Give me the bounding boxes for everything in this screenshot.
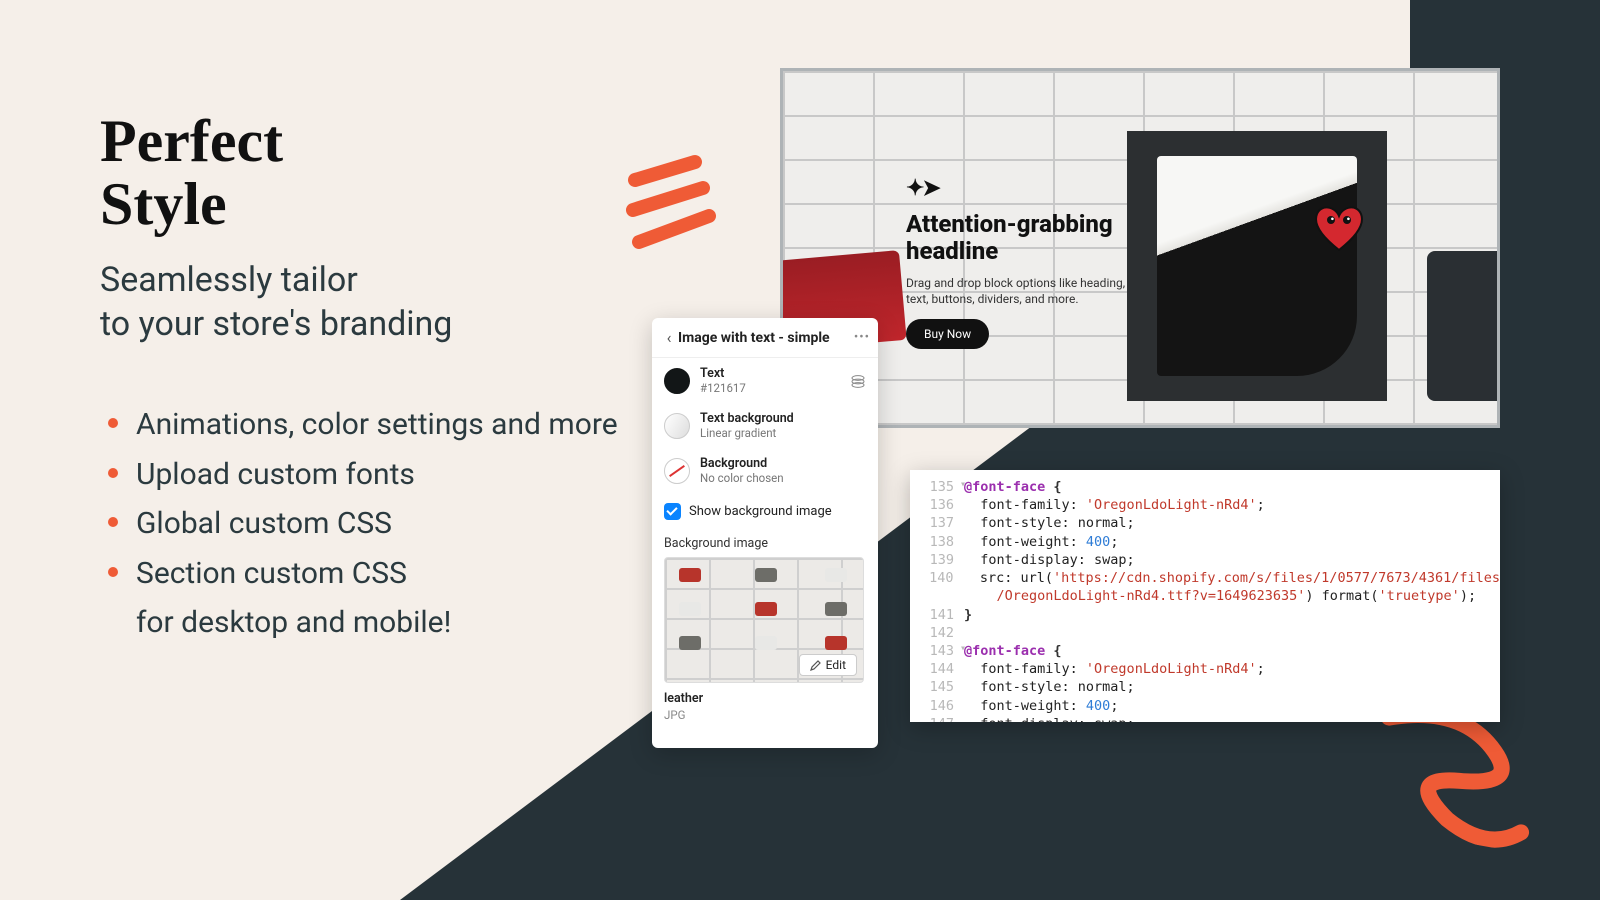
code-text: src: url('https://cdn.shopify.com/s/file… <box>964 569 1500 587</box>
line-number: 139 <box>910 551 964 569</box>
code-text: /OregonLdoLight-nRd4.ttf?v=1649623635') … <box>964 587 1500 605</box>
row-title: Text background <box>700 411 794 426</box>
checkbox-checked-icon[interactable] <box>664 503 681 520</box>
line-number: 147 <box>910 715 964 722</box>
code-line: 141} <box>910 606 1500 624</box>
row-subtitle: No color chosen <box>700 471 784 485</box>
row-subtitle: #121617 <box>700 381 746 395</box>
code-text: } <box>964 606 1500 624</box>
hero-image <box>1127 131 1387 401</box>
image-name: leather <box>652 683 878 706</box>
section-label: Background image <box>652 526 878 557</box>
code-text: font-display: swap; <box>964 715 1500 722</box>
code-text: font-family: 'OregonLdoLight-nRd4'; <box>964 496 1500 514</box>
line-number: 135 <box>910 478 964 496</box>
more-icon[interactable]: ••• <box>854 330 870 345</box>
squiggle-icon <box>615 150 725 260</box>
bg-image-thumbnail[interactable]: Edit <box>664 557 864 683</box>
title-line1: Perfect <box>100 108 283 174</box>
show-bg-checkbox-row[interactable]: Show background image <box>652 493 878 526</box>
panel-header: ‹ Image with text - simple ••• <box>652 318 878 358</box>
panel-title: Image with text - simple <box>678 330 854 346</box>
code-line: 142 <box>910 624 1500 642</box>
store-preview: ✦➤ Attention-grabbing headline Drag and … <box>780 68 1500 428</box>
code-line: 147 font-display: swap; <box>910 715 1500 722</box>
heart-icon <box>1311 202 1367 252</box>
pencil-icon <box>810 659 822 671</box>
shoe-graphic <box>1157 156 1357 376</box>
line-number: 144 <box>910 660 964 678</box>
feature-item: Section custom CSSfor desktop and mobile… <box>100 549 618 648</box>
row-subtitle: Linear gradient <box>700 426 794 440</box>
code-text: font-style: normal; <box>964 514 1500 532</box>
swatch-icon <box>664 413 690 439</box>
line-number: 143 <box>910 642 964 660</box>
swatch-icon <box>664 458 690 484</box>
style-panel: ‹ Image with text - simple ••• Text #121… <box>652 318 878 748</box>
line-number: 146 <box>910 697 964 715</box>
code-text: font-weight: 400; <box>964 697 1500 715</box>
line-number: 137 <box>910 514 964 532</box>
checkbox-label: Show background image <box>689 504 832 519</box>
code-line: 145 font-style: normal; <box>910 678 1500 696</box>
layers-icon <box>850 373 866 389</box>
code-line: 144 font-family: 'OregonLdoLight-nRd4'; <box>910 660 1500 678</box>
code-line: 146 font-weight: 400; <box>910 697 1500 715</box>
edit-label: Edit <box>826 658 846 672</box>
code-line: 136 font-family: 'OregonLdoLight-nRd4'; <box>910 496 1500 514</box>
code-line: 138 font-weight: 400; <box>910 533 1500 551</box>
line-number: 138 <box>910 533 964 551</box>
code-text: font-family: 'OregonLdoLight-nRd4'; <box>964 660 1500 678</box>
code-editor: 135@font-face {136 font-family: 'OregonL… <box>910 470 1500 722</box>
code-line: /OregonLdoLight-nRd4.ttf?v=1649623635') … <box>910 587 1500 605</box>
feature-item: Global custom CSS <box>100 499 618 549</box>
line-number <box>910 587 964 605</box>
code-line: 139 font-display: swap; <box>910 551 1500 569</box>
line-number: 142 <box>910 624 964 642</box>
code-text: font-weight: 400; <box>964 533 1500 551</box>
code-line: 135@font-face { <box>910 478 1500 496</box>
page-subtitle: Seamlessly tailor to your store's brandi… <box>100 258 452 346</box>
hero-copy: Drag and drop block options like heading… <box>906 275 1144 307</box>
code-text: font-style: normal; <box>964 678 1500 696</box>
line-number: 145 <box>910 678 964 696</box>
back-icon[interactable]: ‹ <box>660 328 678 347</box>
line-number: 140 <box>910 569 964 587</box>
edit-button[interactable]: Edit <box>799 654 857 676</box>
code-line: 143@font-face { <box>910 642 1500 660</box>
subtitle-line2: to your store's branding <box>100 304 452 344</box>
subtitle-line1: Seamlessly tailor <box>100 260 358 300</box>
preview-backdrop: ✦➤ Attention-grabbing headline Drag and … <box>783 71 1497 425</box>
code-text: font-display: swap; <box>964 551 1500 569</box>
row-title: Text <box>700 366 746 381</box>
code-text: @font-face { <box>964 642 1500 660</box>
hero-headline: Attention-grabbing headline <box>906 211 1144 265</box>
row-title: Background <box>700 456 784 471</box>
swatch-icon <box>664 368 690 394</box>
code-text: @font-face { <box>964 478 1500 496</box>
feature-list: Animations, color settings and moreUploa… <box>100 400 618 648</box>
feature-item: Animations, color settings and more <box>100 400 618 450</box>
hero-text-block: ✦➤ Attention-grabbing headline Drag and … <box>906 176 1144 349</box>
buy-now-button[interactable]: Buy Now <box>906 319 989 349</box>
line-number: 136 <box>910 496 964 514</box>
image-type: JPG <box>652 706 878 732</box>
line-number: 141 <box>910 606 964 624</box>
color-row-bg[interactable]: Background No color chosen <box>652 448 878 493</box>
code-line: 140 src: url('https://cdn.shopify.com/s/… <box>910 569 1500 587</box>
brand-logo-icon: ✦➤ <box>906 176 1144 201</box>
color-row-text-bg[interactable]: Text background Linear gradient <box>652 403 878 448</box>
title-line2: Style <box>100 171 227 237</box>
feature-item: Upload custom fonts <box>100 450 618 500</box>
code-text <box>964 624 1500 642</box>
decorative-shoe <box>1427 251 1500 401</box>
code-line: 137 font-style: normal; <box>910 514 1500 532</box>
color-row-text[interactable]: Text #121617 <box>652 358 878 403</box>
page-title: Perfect Style <box>100 110 283 236</box>
